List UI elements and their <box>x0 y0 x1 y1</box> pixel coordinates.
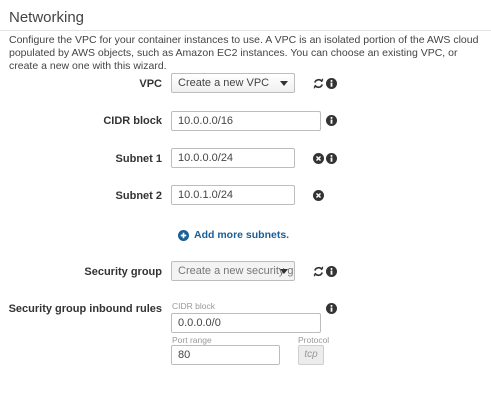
section-title: Networking <box>9 9 85 26</box>
port-range-input[interactable]: 80 <box>171 345 280 365</box>
subnet2-input[interactable]: 10.0.1.0/24 <box>171 185 295 205</box>
cidr-input[interactable]: 10.0.0.0/16 <box>171 111 321 131</box>
info-icon[interactable] <box>326 78 337 89</box>
port-range-small-label: Port range <box>172 335 212 345</box>
vpc-select[interactable]: Create a new VPC <box>171 73 295 93</box>
remove-icon[interactable] <box>313 153 324 164</box>
inbound-rules-label: Security group inbound rules <box>8 303 162 315</box>
subnet1-label: Subnet 1 <box>115 153 162 165</box>
info-icon[interactable] <box>326 115 337 126</box>
add-subnets-link[interactable]: Add more subnets. <box>178 229 289 241</box>
info-icon[interactable] <box>326 303 337 314</box>
subnet1-input[interactable]: 10.0.0.0/24 <box>171 148 295 168</box>
subnet2-label: Subnet 2 <box>115 190 162 202</box>
chevron-down-icon <box>280 81 288 86</box>
vpc-label: VPC <box>139 78 162 90</box>
refresh-icon[interactable] <box>313 78 324 89</box>
security-group-select[interactable]: Create a new security g... <box>171 261 295 281</box>
refresh-icon[interactable] <box>313 266 324 277</box>
inbound-cidr-input[interactable]: 0.0.0.0/0 <box>171 313 321 333</box>
section-description: Configure the VPC for your container ins… <box>9 34 479 72</box>
protocol-field: tcp <box>298 345 324 365</box>
chevron-down-icon <box>280 269 288 274</box>
security-group-label: Security group <box>84 266 162 278</box>
remove-icon[interactable] <box>313 190 324 201</box>
info-icon[interactable] <box>326 266 337 277</box>
divider <box>0 30 491 31</box>
cidr-block-small-label: CIDR block <box>172 301 215 311</box>
protocol-small-label: Protocol <box>298 335 330 345</box>
plus-circle-icon <box>178 229 189 241</box>
info-icon[interactable] <box>326 153 337 164</box>
vpc-select-value: Create a new VPC <box>178 77 270 89</box>
cidr-label: CIDR block <box>103 115 162 127</box>
security-group-value: Create a new security g... <box>178 265 295 277</box>
add-subnets-label: Add more subnets. <box>194 229 290 241</box>
